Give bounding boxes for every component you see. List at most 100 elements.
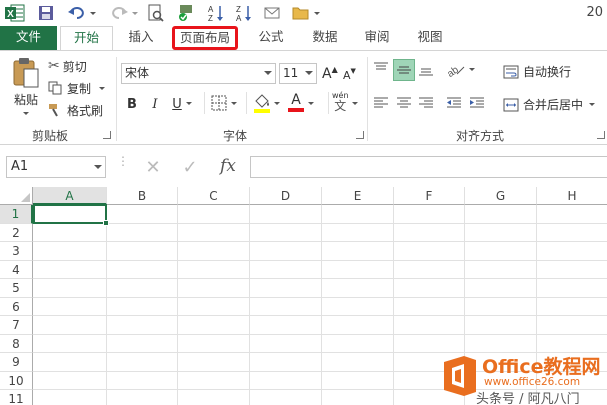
shrink-font-button[interactable]: A ▼ xyxy=(343,66,356,84)
row-header-3[interactable]: 3 xyxy=(0,242,33,261)
paste-dropdown-icon[interactable] xyxy=(23,112,29,115)
undo-dropdown-icon[interactable] xyxy=(88,3,98,23)
column-header-g[interactable]: G xyxy=(465,187,537,205)
font-name-combobox[interactable]: 宋体 xyxy=(121,63,276,84)
fill-color-button[interactable] xyxy=(253,93,280,113)
font-color-button[interactable]: A xyxy=(288,93,304,112)
chevron-down-icon[interactable] xyxy=(274,101,280,105)
open-folder-icon[interactable] xyxy=(290,3,312,23)
formula-input[interactable] xyxy=(250,156,607,178)
column-header-d[interactable]: D xyxy=(250,187,322,205)
column-header-c[interactable]: C xyxy=(178,187,250,205)
open-dropdown-icon[interactable] xyxy=(312,3,322,23)
active-cell[interactable] xyxy=(33,204,109,226)
row-header-8[interactable]: 8 xyxy=(0,334,33,353)
select-all-corner[interactable] xyxy=(0,187,33,205)
chevron-down-icon[interactable] xyxy=(231,101,237,105)
wrap-text-icon xyxy=(503,65,519,78)
redo-dropdown-icon[interactable] xyxy=(130,3,140,23)
redo-icon[interactable] xyxy=(108,3,130,23)
tab-page-layout[interactable]: 页面布局 xyxy=(172,26,238,50)
row-header-2[interactable]: 2 xyxy=(0,223,33,242)
row-header-1[interactable]: 1 xyxy=(0,205,33,224)
align-middle-button[interactable] xyxy=(393,59,415,81)
watermark-url: www.office26.com xyxy=(484,376,581,388)
row-header-9[interactable]: 9 xyxy=(0,353,33,372)
font-size-combobox[interactable]: 11 xyxy=(279,63,317,84)
svg-text:Z: Z xyxy=(208,14,213,22)
align-top-button[interactable] xyxy=(373,61,389,77)
font-dialog-launcher-icon[interactable] xyxy=(356,131,364,139)
undo-icon[interactable] xyxy=(66,3,88,23)
chevron-down-icon[interactable] xyxy=(264,71,272,75)
grow-font-button[interactable]: A ▲ xyxy=(322,64,338,84)
column-header-b[interactable]: B xyxy=(107,187,178,205)
tab-data[interactable]: 数据 xyxy=(302,26,348,50)
quick-access-toolbar: X AZ ZA 20 xyxy=(0,0,607,26)
row-header-5[interactable]: 5 xyxy=(0,279,33,298)
sort-descending-icon[interactable]: ZA xyxy=(234,3,254,23)
phonetic-dropdown-icon[interactable] xyxy=(352,102,358,105)
name-box-value: A1 xyxy=(11,159,29,174)
email-icon[interactable] xyxy=(262,3,282,23)
underline-dropdown-icon[interactable] xyxy=(186,102,192,105)
clipboard-dialog-launcher-icon[interactable] xyxy=(103,131,111,139)
font-color-icon: A xyxy=(291,92,301,108)
align-right-button[interactable] xyxy=(418,96,434,110)
align-left-button[interactable] xyxy=(373,96,389,110)
column-header-e[interactable]: E xyxy=(322,187,394,205)
tab-insert[interactable]: 插入 xyxy=(118,26,164,50)
phonetic-guide-button[interactable]: wén 文 xyxy=(332,91,349,113)
borders-button[interactable] xyxy=(211,95,237,111)
increase-indent-button[interactable] xyxy=(469,96,485,110)
grid-row-line xyxy=(33,333,607,335)
align-bottom-button[interactable] xyxy=(418,61,434,77)
cancel-entry-button[interactable]: ✕ xyxy=(140,156,166,178)
fill-handle[interactable] xyxy=(103,220,109,226)
print-preview-icon[interactable] xyxy=(146,3,166,23)
save-icon[interactable] xyxy=(36,3,56,23)
font-color-dropdown-icon[interactable] xyxy=(308,102,314,105)
font-size-value: 11 xyxy=(283,66,299,80)
row-header-11[interactable]: 11 xyxy=(0,390,33,405)
insert-function-button[interactable]: fx xyxy=(214,154,242,178)
row-header-6[interactable]: 6 xyxy=(0,297,33,316)
tab-file[interactable]: 文件 xyxy=(0,26,57,50)
decrease-indent-button[interactable] xyxy=(446,96,462,110)
row-header-10[interactable]: 10 xyxy=(0,371,33,390)
merge-center-button[interactable]: 合并后居中 xyxy=(503,96,596,113)
copy-button[interactable]: 复制 xyxy=(48,79,106,97)
merge-center-label: 合并后居中 xyxy=(523,98,584,112)
chevron-down-icon[interactable] xyxy=(469,67,475,71)
column-header-a[interactable]: A xyxy=(33,187,107,205)
grow-font-icon: A xyxy=(322,66,332,82)
paste-button[interactable]: 粘贴 xyxy=(8,57,44,119)
tab-home[interactable]: 开始 xyxy=(60,26,113,50)
align-center-button[interactable] xyxy=(396,96,412,110)
confirm-entry-button[interactable]: ✓ xyxy=(177,156,203,178)
cut-button[interactable]: ✂ 剪切 xyxy=(48,57,87,75)
column-header-h[interactable]: H xyxy=(537,187,607,205)
row-header-4[interactable]: 4 xyxy=(0,260,33,279)
window-title-fragment: 20 xyxy=(586,5,603,20)
tab-view[interactable]: 视图 xyxy=(407,26,453,50)
name-box[interactable]: A1 xyxy=(6,156,106,178)
alignment-dialog-launcher-icon[interactable] xyxy=(597,131,605,139)
chevron-down-icon[interactable] xyxy=(305,71,313,75)
orientation-button[interactable]: ab xyxy=(446,61,475,77)
group-divider xyxy=(367,57,368,141)
format-painter-button[interactable]: 格式刷 xyxy=(48,101,103,119)
sort-ascending-icon[interactable]: AZ xyxy=(206,3,226,23)
italic-button[interactable]: I xyxy=(148,94,162,114)
underline-button[interactable]: U xyxy=(170,94,184,114)
column-header-f[interactable]: F xyxy=(394,187,465,205)
spell-check-icon[interactable] xyxy=(176,3,196,23)
row-header-7[interactable]: 7 xyxy=(0,316,33,335)
tab-formulas[interactable]: 公式 xyxy=(248,26,294,50)
bold-button[interactable]: B xyxy=(124,94,140,114)
wrap-text-button[interactable]: 自动换行 xyxy=(503,63,571,80)
tab-review[interactable]: 审阅 xyxy=(354,26,400,50)
chevron-down-icon[interactable] xyxy=(94,165,102,169)
chevron-down-icon[interactable] xyxy=(589,103,596,106)
copy-dropdown-icon[interactable] xyxy=(99,86,106,90)
